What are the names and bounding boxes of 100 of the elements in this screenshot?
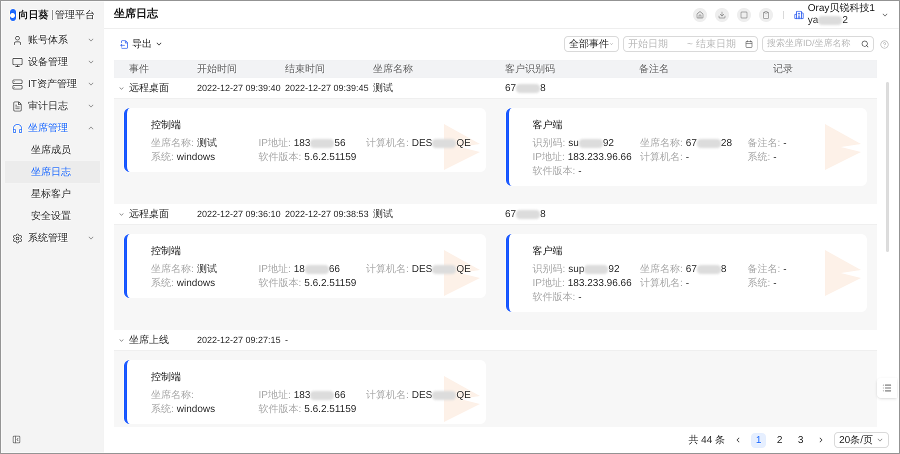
headset-icon: [12, 122, 23, 134]
info-field: 系统: windows: [151, 276, 216, 290]
nav-subitem[interactable]: 坐席成员: [5, 139, 100, 161]
chevron-icon: [155, 40, 163, 48]
chevron-icon: [87, 58, 95, 66]
nav-subitem[interactable]: 坐席日志: [5, 161, 100, 183]
info-field: 坐席名称: 测试: [151, 262, 217, 276]
nav-item[interactable]: IT资产管理: [1, 73, 104, 95]
info-field: 系统: windows: [151, 150, 216, 164]
chevron-icon: [87, 80, 95, 88]
card-title: 客户端: [532, 118, 564, 133]
table-cell: 2022-12-27 09:38:53: [285, 208, 369, 218]
nav-item[interactable]: 审计日志: [1, 95, 104, 117]
table-cell: 测试: [373, 82, 393, 94]
card-title: 客户端: [532, 244, 564, 259]
home-icon[interactable]: [692, 8, 707, 22]
table-cell: 坐席上线: [129, 334, 169, 346]
info-field: 计算机名: -: [640, 150, 690, 164]
info-field: IP地址: 183.233.96.66: [532, 150, 632, 164]
column-header: 开始时间: [197, 62, 238, 76]
calendar-icon: [745, 40, 753, 48]
chevron-icon: [87, 36, 95, 44]
column-header: 坐席名称: [373, 62, 414, 76]
chevron-icon[interactable]: [118, 336, 125, 344]
chevron-icon: [87, 102, 95, 110]
total-count: 共 44 条: [688, 434, 726, 448]
chevron-icon: [876, 436, 884, 444]
table-cell: 2022-12-27 09:39:45: [285, 82, 369, 92]
card-title: 控制端: [151, 118, 182, 133]
event-filter-select[interactable]: 全部事件: [564, 36, 619, 52]
logo-icon: [10, 9, 16, 21]
nav-item[interactable]: 账号体系: [1, 29, 104, 51]
info-field: 软件版本: -: [532, 290, 582, 304]
square-icon[interactable]: [736, 8, 751, 22]
page-button[interactable]: 2: [772, 432, 788, 448]
table-cell: 2022-12-27 09:27:15: [197, 334, 281, 344]
table-cell: 远程桌面: [129, 208, 169, 220]
column-header: 结束时间: [285, 62, 326, 76]
info-field: IP地址: 183 56: [258, 136, 346, 150]
column-header: 备注名: [639, 62, 670, 76]
chevron-icon: [609, 40, 614, 48]
chevron-icon[interactable]: [118, 84, 125, 92]
info-field: 软件版本: -: [532, 164, 582, 178]
page-button[interactable]: 1: [751, 432, 766, 448]
clipboard-icon[interactable]: [758, 8, 773, 22]
nav-subitem[interactable]: 安全设置: [5, 205, 100, 227]
table-cell: 测试: [373, 208, 393, 220]
info-field: 软件版本: 5.6.2.51159: [258, 150, 356, 164]
table-cell: 远程桌面: [129, 82, 169, 94]
info-field: 系统: windows: [151, 402, 216, 416]
card-title: 控制端: [151, 244, 182, 259]
company-icon: [794, 10, 804, 20]
info-field: 系统: -: [748, 150, 777, 164]
info-field: 识别码: su 92: [532, 136, 614, 150]
info-field: 备注名: -: [748, 136, 787, 150]
nav-item[interactable]: 设备管理: [1, 51, 104, 73]
info-field: IP地址: 18 66: [258, 262, 340, 276]
column-header: 事件: [129, 62, 150, 76]
nav-item[interactable]: 坐席管理: [1, 117, 104, 139]
nav-subitem[interactable]: 星标客户: [5, 183, 100, 205]
scrollbar[interactable]: [886, 82, 889, 252]
export-icon: [120, 40, 129, 48]
list-icon[interactable]: [877, 378, 897, 398]
chevron-icon: [87, 124, 95, 132]
gear-icon: [12, 232, 23, 244]
info-field: 软件版本: 5.6.2.51159: [258, 402, 356, 416]
info-field: 计算机名: DES QE: [366, 388, 471, 402]
server-icon: [12, 78, 23, 90]
card-title: 控制端: [151, 370, 182, 385]
help-icon[interactable]: [880, 40, 889, 48]
column-header: 记录: [773, 62, 794, 76]
document-icon: [12, 100, 23, 112]
table-cell: 2022-12-27 09:39:40: [197, 82, 281, 92]
table-cell: 2022-12-27 09:36:10: [197, 208, 281, 218]
page-title: 坐席日志: [114, 6, 160, 22]
info-field: IP地址: 183.233.96.66: [532, 276, 632, 290]
page-button[interactable]: 3: [793, 432, 808, 448]
user-icon: [12, 34, 23, 46]
chevron-icon: [87, 234, 95, 242]
info-field: 系统: -: [748, 276, 777, 290]
company-name: Oray贝锐科技1: [808, 2, 875, 14]
info-field: 软件版本: 5.6.2.51159: [258, 276, 356, 290]
info-field: 备注名: -: [748, 262, 787, 276]
export-button[interactable]: 导出: [120, 36, 163, 52]
info-field: 坐席名称: 67 28: [640, 136, 732, 150]
info-field: 坐席名称: 测试: [151, 136, 217, 150]
redacted-value: 67 8: [505, 208, 546, 222]
chevron-icon[interactable]: [118, 210, 125, 218]
table-cell: -: [285, 334, 288, 344]
redacted-value: ya 2: [808, 14, 849, 26]
redacted-value: 67 8: [505, 82, 546, 96]
info-field: 计算机名: DES QE: [366, 262, 471, 276]
nav-item[interactable]: 系统管理: [1, 227, 104, 249]
info-field: IP地址: 183 66: [258, 388, 346, 402]
page-size-select[interactable]: 20条/页: [834, 432, 889, 448]
info-field: 坐席名称: 67 8: [640, 262, 726, 276]
download-icon[interactable]: [714, 8, 729, 22]
collapse-icon[interactable]: [12, 435, 21, 444]
info-field: 坐席名称:: [151, 388, 194, 402]
info-field: 计算机名: -: [640, 276, 690, 290]
